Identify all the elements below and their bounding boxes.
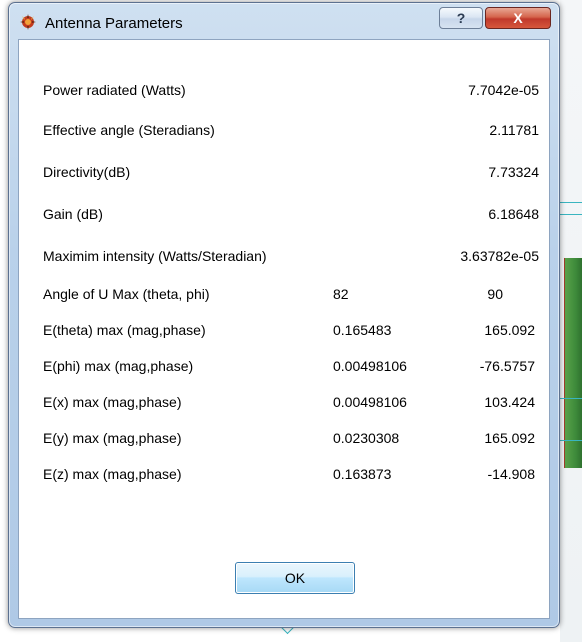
param-value: 6.18648 <box>488 206 539 222</box>
pair-value-first: 0.165483 <box>333 322 392 338</box>
param-label: Effective angle (Steradians) <box>43 122 215 138</box>
param-label: Gain (dB) <box>43 206 103 222</box>
pair-row-ez-max: E(z) max (mag,phase) 0.163873 -14.908 <box>19 466 549 486</box>
param-row-max-intensity: Maximim intensity (Watts/Steradian) 3.63… <box>19 248 549 268</box>
param-label: Maximim intensity (Watts/Steradian) <box>43 248 267 264</box>
pair-label: E(x) max (mag,phase) <box>43 394 182 410</box>
param-row-power-radiated: Power radiated (Watts) 7.7042e-05 <box>19 82 549 102</box>
param-value: 7.73324 <box>488 164 539 180</box>
param-value: 2.11781 <box>489 122 539 138</box>
pair-row-ephi-max: E(phi) max (mag,phase) 0.00498106 -76.57… <box>19 358 549 378</box>
background-plot-line <box>560 214 582 215</box>
help-button[interactable]: ? <box>439 7 483 29</box>
pair-value-first: 82 <box>333 286 349 302</box>
pair-value-first: 0.00498106 <box>333 358 407 374</box>
pair-value-second: -14.908 <box>487 466 535 482</box>
pair-label: E(phi) max (mag,phase) <box>43 358 194 374</box>
title-bar[interactable]: Antenna Parameters ? X <box>9 3 559 39</box>
pair-value-second: 103.424 <box>484 394 535 410</box>
param-value: 7.7042e-05 <box>468 82 539 98</box>
antenna-parameters-dialog: Antenna Parameters ? X Power radiated (W… <box>8 2 560 628</box>
pair-value-second: -76.5757 <box>479 358 535 374</box>
pair-value-second: 165.092 <box>484 322 535 338</box>
param-row-gain: Gain (dB) 6.18648 <box>19 206 549 226</box>
param-row-effective-angle: Effective angle (Steradians) 2.11781 <box>19 122 549 142</box>
pair-row-angle-u-max: Angle of U Max (theta, phi) 82 90 <box>19 286 549 306</box>
close-button[interactable]: X <box>485 7 551 29</box>
pair-label: E(z) max (mag,phase) <box>43 466 182 482</box>
pair-label: Angle of U Max (theta, phi) <box>43 286 210 302</box>
pair-value-first: 0.00498106 <box>333 394 407 410</box>
background-plot-line <box>560 398 582 399</box>
background-plot-line <box>560 440 582 441</box>
param-label: Directivity(dB) <box>43 164 131 180</box>
param-label: Power radiated (Watts) <box>43 82 186 98</box>
background-plot-line <box>560 202 582 203</box>
pair-value-first: 0.0230308 <box>333 430 400 446</box>
window-title: Antenna Parameters <box>45 15 183 32</box>
pair-row-ey-max: E(y) max (mag,phase) 0.0230308 165.092 <box>19 430 549 450</box>
dialog-client-area: Power radiated (Watts) 7.7042e-05 Effect… <box>18 39 550 619</box>
pair-label: E(y) max (mag,phase) <box>43 430 182 446</box>
pair-label: E(theta) max (mag,phase) <box>43 322 206 338</box>
pair-row-ex-max: E(x) max (mag,phase) 0.00498106 103.424 <box>19 394 549 414</box>
param-value: 3.63782e-05 <box>460 248 539 264</box>
pair-row-etheta-max: E(theta) max (mag,phase) 0.165483 165.09… <box>19 322 549 342</box>
antenna-app-icon <box>19 13 37 31</box>
ok-button[interactable]: OK <box>235 562 355 594</box>
pair-value-second: 165.092 <box>484 430 535 446</box>
pair-value-second: 90 <box>487 286 503 302</box>
param-row-directivity: Directivity(dB) 7.73324 <box>19 164 549 184</box>
pair-value-first: 0.163873 <box>333 466 392 482</box>
parameters-panel: Power radiated (Watts) 7.7042e-05 Effect… <box>19 40 549 580</box>
background-plot-region <box>564 258 582 468</box>
